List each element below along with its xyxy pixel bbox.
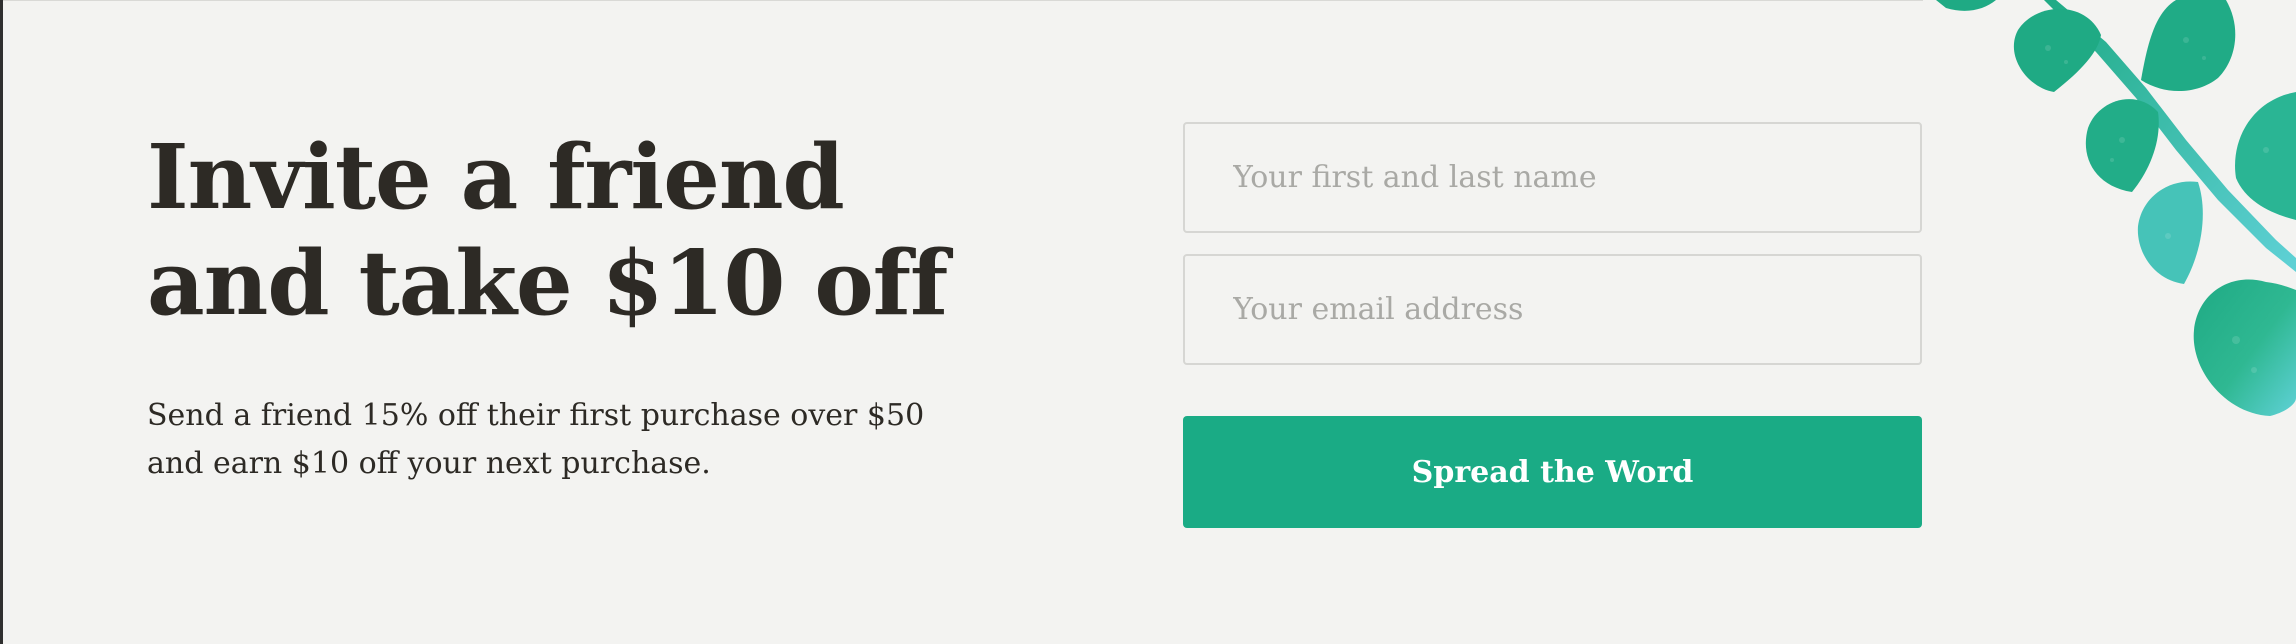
referral-banner: Invite a friend and take $10 off Send a … bbox=[0, 0, 2296, 644]
email-input[interactable] bbox=[1183, 254, 1922, 365]
promo-description: Send a friend 15% off their first purcha… bbox=[147, 398, 925, 481]
divider bbox=[3, 0, 1923, 1]
promo-headline-line-1: Invite a friend bbox=[147, 124, 845, 229]
promo-headline: Invite a friend and take $10 off bbox=[147, 124, 1007, 336]
name-input[interactable] bbox=[1183, 122, 1922, 233]
invite-form: Spread the Word bbox=[1183, 122, 1922, 528]
eucalyptus-leaves-icon bbox=[1936, 0, 2296, 416]
promo-headline-line-2: and take $10 off bbox=[147, 230, 948, 335]
promo-copy: Invite a friend and take $10 off Send a … bbox=[147, 124, 1007, 488]
spread-the-word-button[interactable]: Spread the Word bbox=[1183, 416, 1922, 528]
